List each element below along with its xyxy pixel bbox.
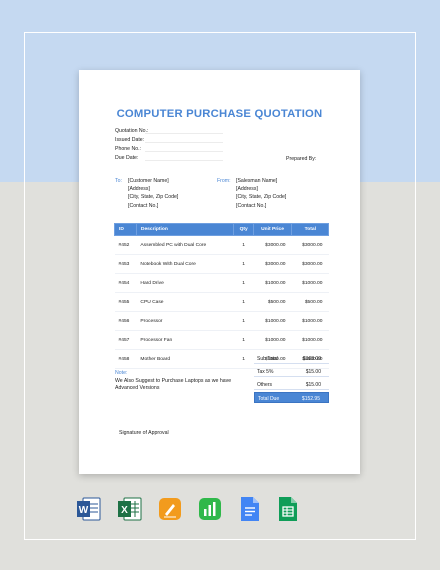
excel-icon-graphic: X [118,497,142,521]
cell-unit-price: $3000.00 [253,254,292,274]
cell-description: CPU Case [136,292,234,312]
from-address-block: [Salesman Name] [Address] [City, State, … [236,177,286,210]
summary-label: Sub Total [257,356,278,362]
cell-id: #456 [114,311,137,331]
summary-label: Total Due [258,396,280,402]
from-line: [Contact No.] [236,202,267,209]
summary-total-due: Total Due $152.95 [254,392,329,403]
cell-description: Mother Board [136,349,234,369]
cell-qty: 1 [233,254,254,274]
table-row: #455 CPU Case 1 $500.00 $500.00 [114,292,329,312]
cell-total: $1000.00 [291,311,329,331]
cell-id: #452 [114,235,137,255]
meta-issued-date: Issued Date: [115,137,223,143]
signature-label: Signature of Approval [119,430,169,436]
header-qty: Qty [233,223,255,236]
pages-icon[interactable] [158,496,182,522]
table-row: #452 Assembled PC with Dual Core 1 $3000… [114,235,329,255]
summary-sub-total: Sub Total $168.00 [254,353,329,364]
cell-qty: 1 [233,311,254,331]
to-line: [City, State, Zip Code] [128,194,179,201]
meta-phone-no: Phone No.: [115,146,223,152]
cell-id: #457 [114,330,137,350]
to-label: To: [115,178,122,184]
cell-qty: 1 [233,235,254,255]
cell-qty: 1 [233,273,254,293]
cell-description: Assembled PC with Dual Core [136,235,234,255]
cell-qty: 1 [233,292,254,312]
cell-id: #454 [114,273,137,293]
to-line: [Customer Name] [128,178,169,184]
to-address-block: [Customer Name] [Address] [City, State, … [128,177,178,210]
document-page: COMPUTER PURCHASE QUOTATION Quotation No… [79,70,360,474]
cell-unit-price: $3000.00 [253,235,292,255]
meta-quotation-no: Quotation No.: [115,128,223,134]
word-icon-graphic: W [77,497,101,521]
prepared-by-label: Prepared By: [286,156,317,162]
table-row: #453 Notebook With Dual Core 1 $3000.00 … [114,254,329,274]
table-header-row: ID Description Qty Unit Price Total [114,223,329,236]
items-table: ID Description Qty Unit Price Total #452… [114,223,329,369]
to-line: [Contact No.] [128,202,159,209]
cell-unit-price: $1000.00 [253,273,292,293]
cell-qty: 1 [233,349,254,369]
summary-tax: Tax 5% $15.00 [254,366,329,377]
summary-value: $168.00 [302,356,321,362]
cell-total: $1000.00 [291,273,329,293]
numbers-icon[interactable] [198,496,222,522]
cell-id: #453 [114,254,137,274]
table-row: #454 Hard Drive 1 $1000.00 $1000.00 [114,273,329,293]
cell-unit-price: $1000.00 [253,311,292,331]
excel-icon-letter: X [121,505,128,516]
from-label: From: [217,178,231,184]
numbers-icon-graphic [199,498,221,520]
pages-icon-graphic [159,498,181,520]
note-label: Note: [115,370,128,376]
cell-total: $500.00 [291,292,329,312]
word-icon[interactable]: W [77,496,101,522]
google-sheets-icon[interactable] [276,496,300,522]
google-docs-icon[interactable] [238,496,262,522]
cell-qty: 1 [233,330,254,350]
cell-description: Processor Fan [136,330,234,350]
meta-due-date: Due Date: [115,155,223,161]
summary-label: Others [257,382,273,388]
summary-value: $15.00 [305,369,321,375]
header-description: Description [135,223,235,236]
excel-icon[interactable]: X [118,496,142,522]
cell-id: #458 [114,349,137,369]
cell-id: #455 [114,292,137,312]
table-row: #457 Processor Fan 1 $1000.00 $1000.00 [114,330,329,350]
google-sheets-icon-graphic [279,497,297,521]
header-total: Total [291,223,329,236]
cell-total: $3000.00 [291,235,329,255]
summary-value: $15.00 [305,382,321,388]
word-icon-letter: W [79,505,89,516]
to-line: [Address] [128,186,150,193]
cell-description: Processor [136,311,234,331]
cell-description: Hard Drive [136,273,234,293]
note-text: We Also Suggest to Purchase Laptops as w… [115,378,232,391]
table-row: #456 Processor 1 $1000.00 $1000.00 [114,311,329,331]
summary-label: Tax 5% [257,369,274,375]
document-title: COMPUTER PURCHASE QUOTATION [116,108,323,120]
summary-others: Others $15.00 [254,379,329,390]
from-line: [Salesman Name] [236,178,278,184]
header-unit-price: Unit Price [253,223,293,236]
summary-value: $152.95 [301,396,320,402]
google-docs-icon-graphic [241,497,259,521]
cell-total: $3000.00 [291,254,329,274]
cell-description: Notebook With Dual Core [136,254,234,274]
from-line: [Address] [236,186,258,193]
cell-unit-price: $500.00 [253,292,292,312]
cell-unit-price: $1000.00 [253,330,292,350]
from-line: [City, State, Zip Code] [236,194,287,201]
header-id: ID [114,223,137,236]
cell-total: $1000.00 [291,330,329,350]
